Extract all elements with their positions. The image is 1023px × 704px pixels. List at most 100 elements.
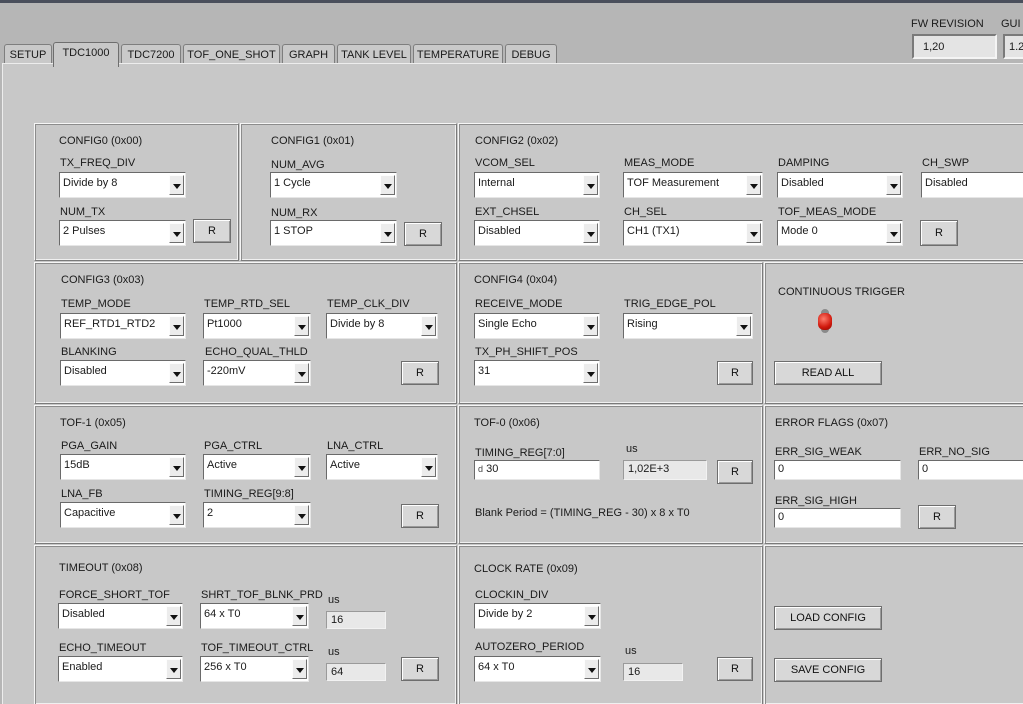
chevron-down-icon[interactable] [166, 659, 181, 679]
config3-reset-button[interactable]: R [401, 361, 439, 385]
tof-timeout-ctrl-dropdown[interactable]: 256 x T0 [200, 656, 309, 682]
echo-qual-thld-dropdown[interactable]: -220mV [203, 360, 311, 386]
chevron-down-icon[interactable] [421, 316, 436, 336]
echo-qual-thld-label: ECHO_QUAL_THLD [205, 346, 308, 358]
config2-reset-button[interactable]: R [920, 220, 958, 246]
trig-edge-pol-label: TRIG_EDGE_POL [624, 298, 716, 310]
chevron-down-icon[interactable] [294, 505, 309, 525]
clock-rate-us-value: 16 [623, 663, 683, 681]
chevron-down-icon[interactable] [583, 175, 598, 195]
autozero-period-label: AUTOZERO_PERIOD [475, 641, 585, 653]
config4-reset-button[interactable]: R [717, 361, 753, 385]
chevron-down-icon[interactable] [166, 606, 181, 626]
receive-mode-dropdown[interactable]: Single Echo [474, 313, 600, 339]
damping-dropdown[interactable]: Disabled [777, 172, 903, 198]
load-config-button[interactable]: LOAD CONFIG [774, 606, 882, 630]
timing-reg-hi-dropdown[interactable]: 2 [203, 502, 311, 528]
num-avg-label: NUM_AVG [271, 159, 325, 171]
timeout-us-value-2: 64 [326, 663, 386, 681]
timeout-reset-button[interactable]: R [401, 657, 439, 681]
config4-title: CONFIG4 (0x04) [474, 274, 558, 286]
lna-fb-dropdown[interactable]: Capacitive [60, 502, 186, 528]
chevron-down-icon[interactable] [584, 659, 599, 679]
error-flags-reset-button[interactable]: R [918, 505, 956, 529]
ext-chsel-dropdown[interactable]: Disabled [474, 220, 600, 246]
force-short-tof-label: FORCE_SHORT_TOF [59, 589, 170, 601]
tof0-reset-button[interactable]: R [717, 460, 753, 484]
temp-rtd-sel-dropdown[interactable]: Pt1000 [203, 313, 311, 339]
gui-revision-label: GUI [1001, 18, 1021, 30]
chevron-down-icon[interactable] [292, 659, 307, 679]
trig-edge-pol-dropdown[interactable]: Rising [623, 313, 753, 339]
ch-sel-dropdown[interactable]: CH1 (TX1) [623, 220, 763, 246]
toggle-knob-icon[interactable] [818, 313, 832, 330]
temp-clk-div-dropdown[interactable]: Divide by 8 [326, 313, 438, 339]
force-short-tof-dropdown[interactable]: Disabled [58, 603, 183, 629]
tof-meas-mode-label: TOF_MEAS_MODE [778, 206, 877, 218]
clock-rate-reset-button[interactable]: R [717, 657, 753, 681]
chevron-down-icon[interactable] [421, 457, 436, 477]
tof-meas-mode-dropdown[interactable]: Mode 0 [777, 220, 903, 246]
chevron-down-icon[interactable] [380, 223, 395, 243]
tx-freq-div-dropdown[interactable]: Divide by 8 [59, 172, 186, 198]
chevron-down-icon[interactable] [294, 457, 309, 477]
err-sig-weak-label: ERR_SIG_WEAK [775, 446, 862, 458]
timeout-us-label-2: us [328, 646, 340, 658]
chevron-down-icon[interactable] [583, 223, 598, 243]
save-config-button[interactable]: SAVE CONFIG [774, 658, 882, 682]
continuous-trigger-toggle[interactable] [818, 308, 832, 334]
chevron-down-icon[interactable] [583, 316, 598, 336]
num-rx-dropdown[interactable]: 1 STOP [270, 220, 397, 246]
chevron-down-icon[interactable] [169, 457, 184, 477]
radix-indicator[interactable]: d [478, 464, 483, 474]
timing-reg-lo-input[interactable]: d 30 [474, 460, 600, 480]
config3-title: CONFIG3 (0x03) [61, 274, 145, 286]
err-sig-high-value: 0 [774, 508, 901, 528]
chevron-down-icon[interactable] [294, 316, 309, 336]
chevron-down-icon[interactable] [169, 316, 184, 336]
pga-ctrl-dropdown[interactable]: Active [203, 454, 311, 480]
chevron-down-icon[interactable] [169, 505, 184, 525]
tof1-reset-button[interactable]: R [401, 504, 439, 528]
tx-ph-shift-pos-dropdown[interactable]: 31 [474, 360, 600, 386]
read-all-button[interactable]: READ ALL [774, 361, 882, 385]
pga-gain-dropdown[interactable]: 15dB [60, 454, 186, 480]
pga-gain-label: PGA_GAIN [61, 440, 118, 452]
chevron-down-icon[interactable] [584, 606, 599, 626]
echo-timeout-dropdown[interactable]: Enabled [58, 656, 183, 682]
temp-mode-dropdown[interactable]: REF_RTD1_RTD2 [60, 313, 186, 339]
chevron-down-icon[interactable] [169, 223, 184, 243]
chevron-down-icon[interactable] [292, 606, 307, 626]
chevron-down-icon[interactable] [746, 175, 761, 195]
tx-ph-shift-pos-label: TX_PH_SHIFT_POS [475, 346, 578, 358]
chevron-down-icon[interactable] [886, 175, 901, 195]
clock-rate-title: CLOCK RATE (0x09) [474, 563, 578, 575]
tab-tdc1000[interactable]: TDC1000 [53, 42, 119, 67]
vcom-sel-dropdown[interactable]: Internal [474, 172, 600, 198]
shrt-tof-blnk-prd-dropdown[interactable]: 64 x T0 [200, 603, 309, 629]
lna-ctrl-dropdown[interactable]: Active [326, 454, 438, 480]
num-avg-dropdown[interactable]: 1 Cycle [270, 172, 397, 198]
config2-title: CONFIG2 (0x02) [475, 135, 559, 147]
config1-reset-button[interactable]: R [404, 222, 442, 246]
chevron-down-icon[interactable] [886, 223, 901, 243]
ch-swp-label: CH_SWP [922, 157, 970, 169]
chevron-down-icon[interactable] [736, 316, 751, 336]
meas-mode-label: MEAS_MODE [624, 157, 695, 169]
num-tx-dropdown[interactable]: 2 Pulses [59, 220, 186, 246]
blanking-dropdown[interactable]: Disabled [60, 360, 186, 386]
autozero-period-dropdown[interactable]: 64 x T0 [474, 656, 601, 682]
chevron-down-icon[interactable] [746, 223, 761, 243]
config0-reset-button[interactable]: R [193, 219, 231, 243]
chevron-down-icon[interactable] [169, 363, 184, 383]
tof-timeout-ctrl-label: TOF_TIMEOUT_CTRL [201, 642, 314, 654]
chevron-down-icon[interactable] [169, 175, 184, 195]
chevron-down-icon[interactable] [294, 363, 309, 383]
chevron-down-icon[interactable] [380, 175, 395, 195]
tof0-us-value: 1,02E+3 [623, 460, 707, 480]
chevron-down-icon[interactable] [583, 363, 598, 383]
clockin-div-dropdown[interactable]: Divide by 2 [474, 603, 601, 629]
ch-swp-dropdown[interactable]: Disabled [921, 172, 1023, 198]
tof0-title: TOF-0 (0x06) [474, 417, 540, 429]
meas-mode-dropdown[interactable]: TOF Measurement [623, 172, 763, 198]
